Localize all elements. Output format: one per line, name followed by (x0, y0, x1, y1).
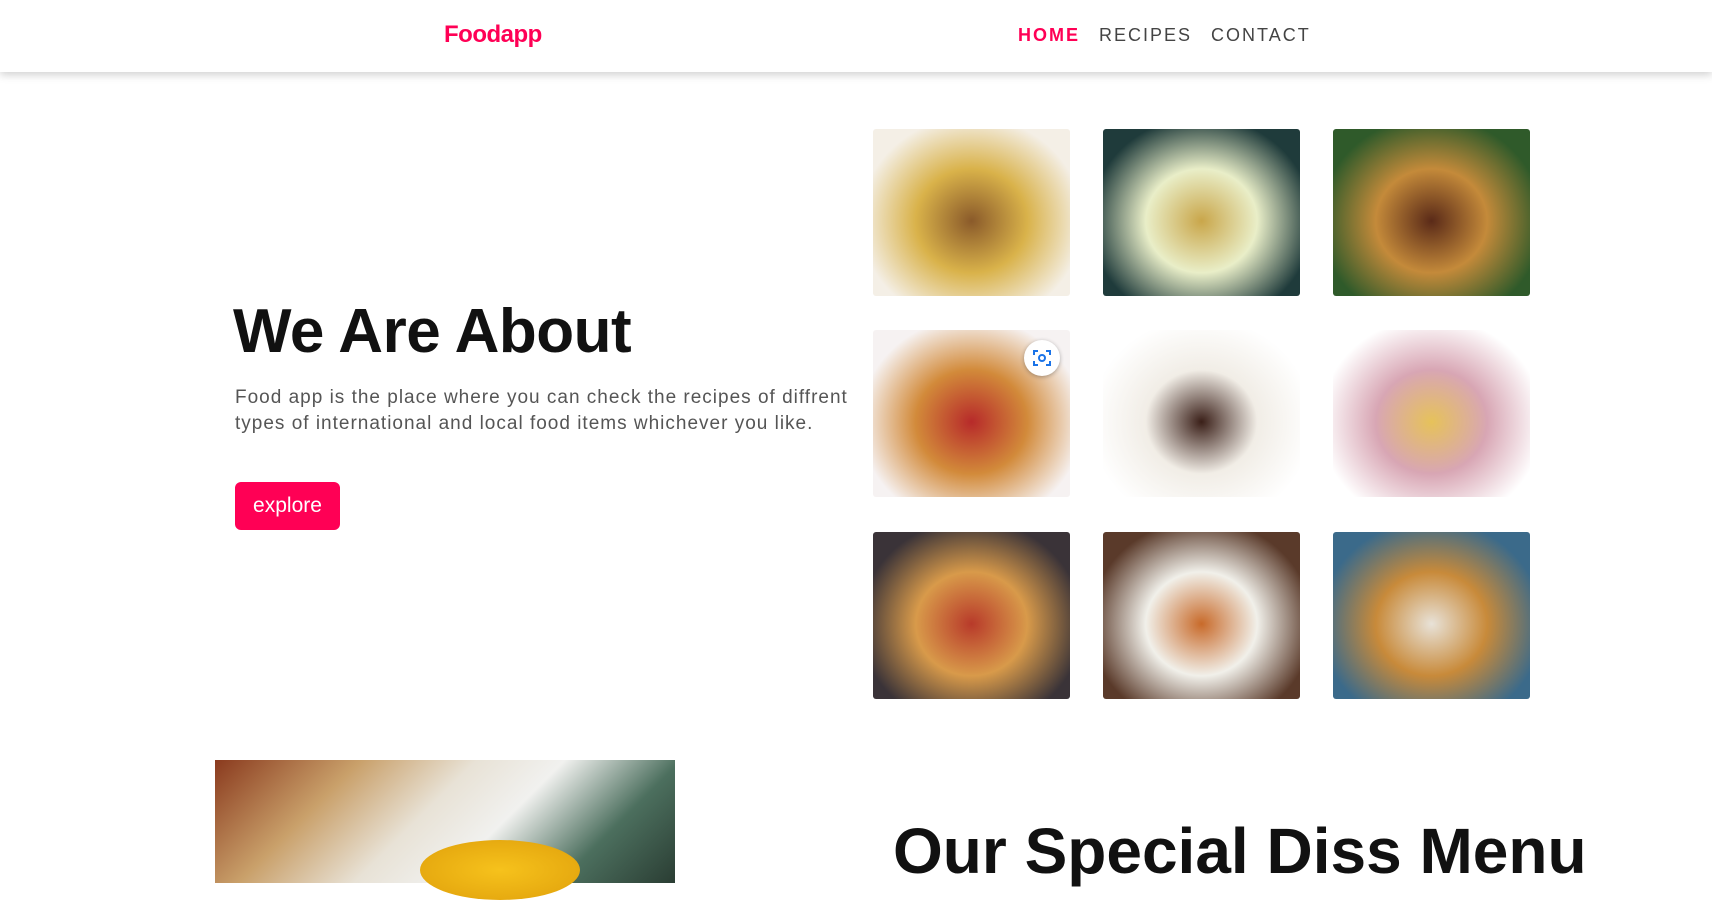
corn-dish (420, 840, 580, 900)
food-image-momos[interactable] (1103, 129, 1300, 296)
about-title: We Are About (233, 297, 632, 366)
navbar: Foodapp HOME RECIPES CONTACT (0, 0, 1712, 72)
food-image-dosa[interactable] (1103, 532, 1300, 699)
nav-menu: HOME RECIPES CONTACT (1018, 25, 1311, 46)
food-image-tacos[interactable] (873, 129, 1070, 296)
logo[interactable]: Foodapp (444, 21, 542, 49)
food-image-pizza[interactable] (873, 532, 1070, 699)
special-menu-title: Our Special Diss Menu (893, 815, 1587, 887)
explore-button[interactable]: explore (235, 482, 340, 530)
logo-part1: Foo (444, 21, 487, 48)
nav-home[interactable]: HOME (1018, 25, 1080, 46)
visual-search-icon[interactable] (1024, 340, 1060, 376)
logo-part2: dapp (486, 21, 542, 48)
about-description: Food app is the place where you can chec… (235, 387, 848, 434)
nav-contact[interactable]: CONTACT (1211, 25, 1311, 46)
nav-recipes[interactable]: RECIPES (1099, 25, 1192, 46)
food-image-smoothie[interactable] (1333, 330, 1530, 497)
food-image-ice-cream[interactable] (1103, 330, 1300, 497)
food-image-pretzel[interactable] (1333, 532, 1530, 699)
food-image-burger[interactable] (1333, 129, 1530, 296)
